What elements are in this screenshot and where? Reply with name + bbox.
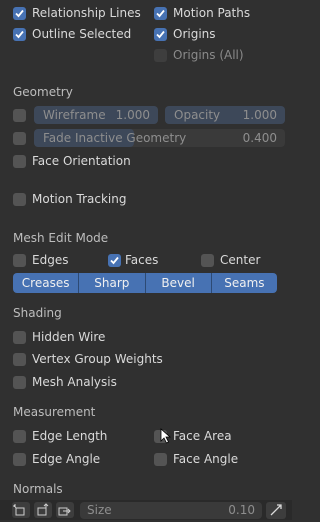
- checkbox-unchecked-icon: [13, 155, 26, 168]
- fade-inactive-checkbox[interactable]: [13, 132, 26, 145]
- opacity-label: Opacity: [174, 108, 221, 122]
- checkbox-unchecked-icon: [13, 193, 26, 206]
- mesh-analysis-toggle[interactable]: Mesh Analysis: [0, 371, 292, 393]
- edge-length-label: Edge Length: [32, 429, 108, 443]
- opacity-value: 1.000: [242, 108, 277, 122]
- vertex-group-weights-toggle[interactable]: Vertex Group Weights: [0, 348, 292, 370]
- creases-button[interactable]: Creases: [13, 273, 80, 293]
- split-normals-icon[interactable]: [34, 502, 52, 518]
- edges-toggle[interactable]: Edges: [0, 249, 100, 271]
- mesh-edit-buttons: Creases Sharp Bevel Seams: [13, 273, 277, 293]
- origins-toggle[interactable]: Origins: [141, 23, 291, 45]
- wireframe-value: 1.000: [115, 108, 150, 122]
- section-title-geometry: Geometry: [13, 85, 73, 99]
- checkbox-unchecked-icon: [154, 49, 167, 62]
- mesh-analysis-label: Mesh Analysis: [32, 375, 117, 389]
- origins-all-toggle[interactable]: Origins (All): [141, 44, 291, 66]
- normals-size-field[interactable]: Size 0.10: [80, 502, 262, 519]
- wireframe-label: Wireframe: [43, 108, 106, 122]
- origins-all-label: Origins (All): [173, 48, 244, 62]
- overlays-panel: Relationship Lines Motion Paths Outline …: [0, 0, 292, 520]
- vertex-group-weights-label: Vertex Group Weights: [32, 352, 163, 366]
- motion-paths-label: Motion Paths: [173, 6, 251, 20]
- sharp-button[interactable]: Sharp: [79, 273, 146, 293]
- bevel-button[interactable]: Bevel: [145, 273, 212, 293]
- section-title-normals: Normals: [13, 482, 63, 496]
- checkbox-unchecked-icon: [13, 331, 26, 344]
- wireframe-field[interactable]: Wireframe 1.000: [34, 106, 158, 124]
- edge-angle-toggle[interactable]: Edge Angle: [0, 448, 140, 470]
- motion-paths-toggle[interactable]: Motion Paths: [141, 2, 291, 24]
- hidden-wire-toggle[interactable]: Hidden Wire: [0, 326, 292, 348]
- checkbox-checked-icon: [154, 28, 167, 41]
- opacity-field[interactable]: Opacity 1.000: [165, 106, 285, 124]
- checkbox-unchecked-icon: [201, 254, 214, 267]
- face-orientation-toggle[interactable]: Face Orientation: [0, 150, 292, 172]
- checkbox-unchecked-icon: [13, 353, 26, 366]
- checkbox-checked-icon: [154, 7, 167, 20]
- edges-label: Edges: [32, 253, 69, 267]
- section-title-shading: Shading: [13, 306, 62, 320]
- face-orientation-label: Face Orientation: [32, 154, 131, 168]
- faces-toggle[interactable]: Faces: [95, 249, 195, 271]
- checkbox-unchecked-icon: [13, 453, 26, 466]
- face-normals-icon[interactable]: [56, 502, 74, 518]
- outline-selected-label: Outline Selected: [32, 27, 132, 41]
- fade-inactive-label: Fade Inactive Geometry: [43, 131, 187, 145]
- mouse-cursor-icon: [160, 428, 172, 447]
- face-angle-toggle[interactable]: Face Angle: [141, 448, 291, 470]
- checkbox-unchecked-icon: [13, 376, 26, 389]
- checkbox-unchecked-icon: [13, 254, 26, 267]
- fade-inactive-value: 0.400: [242, 131, 277, 145]
- motion-tracking-toggle[interactable]: Motion Tracking: [0, 188, 292, 210]
- wireframe-checkbox[interactable]: [13, 109, 26, 122]
- edge-length-toggle[interactable]: Edge Length: [0, 425, 140, 447]
- checkbox-checked-icon: [108, 254, 121, 267]
- vertex-normals-icon[interactable]: [12, 502, 30, 518]
- face-area-label: Face Area: [173, 429, 232, 443]
- section-title-mesh-edit-mode: Mesh Edit Mode: [13, 231, 109, 245]
- center-toggle[interactable]: Center: [188, 249, 288, 271]
- motion-tracking-label: Motion Tracking: [32, 192, 127, 206]
- normals-size-value: 0.10: [228, 503, 255, 517]
- edge-angle-label: Edge Angle: [32, 452, 101, 466]
- hidden-wire-label: Hidden Wire: [32, 330, 106, 344]
- center-label: Center: [220, 253, 261, 267]
- fade-inactive-field[interactable]: Fade Inactive Geometry 0.400: [34, 129, 285, 147]
- relationship-lines-label: Relationship Lines: [32, 6, 141, 20]
- section-title-measurement: Measurement: [13, 405, 96, 419]
- checkbox-checked-icon: [13, 28, 26, 41]
- checkbox-unchecked-icon: [154, 453, 167, 466]
- origins-label: Origins: [173, 27, 216, 41]
- seams-button[interactable]: Seams: [211, 273, 277, 293]
- checkbox-checked-icon: [13, 7, 26, 20]
- faces-label: Faces: [125, 253, 159, 267]
- face-angle-label: Face Angle: [173, 452, 239, 466]
- normals-size-label: Size: [87, 503, 112, 517]
- checkbox-unchecked-icon: [13, 430, 26, 443]
- normals-scale-icon[interactable]: [266, 502, 286, 519]
